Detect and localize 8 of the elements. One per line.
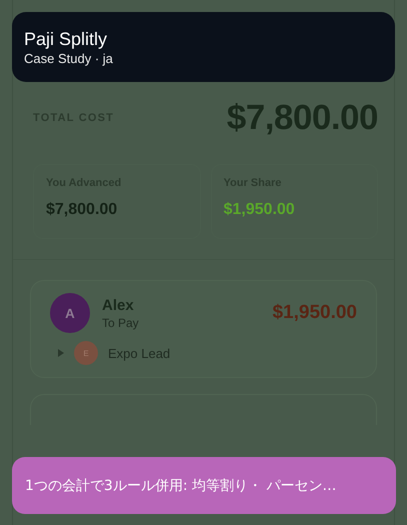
member-amount: $1,950.00 xyxy=(272,302,357,324)
caption-banner: 1つの会計で3ルール併用: 均等割り・ パーセン… xyxy=(12,457,396,514)
app-subtitle: Case Study · ja xyxy=(24,50,114,66)
app-title: Paji Splitly xyxy=(24,28,108,50)
expand-caret-icon[interactable] xyxy=(58,349,64,357)
avatar: A xyxy=(50,293,90,333)
stat-value: $7,800.00 xyxy=(46,201,118,219)
stat-value: $1,950.00 xyxy=(224,201,296,219)
